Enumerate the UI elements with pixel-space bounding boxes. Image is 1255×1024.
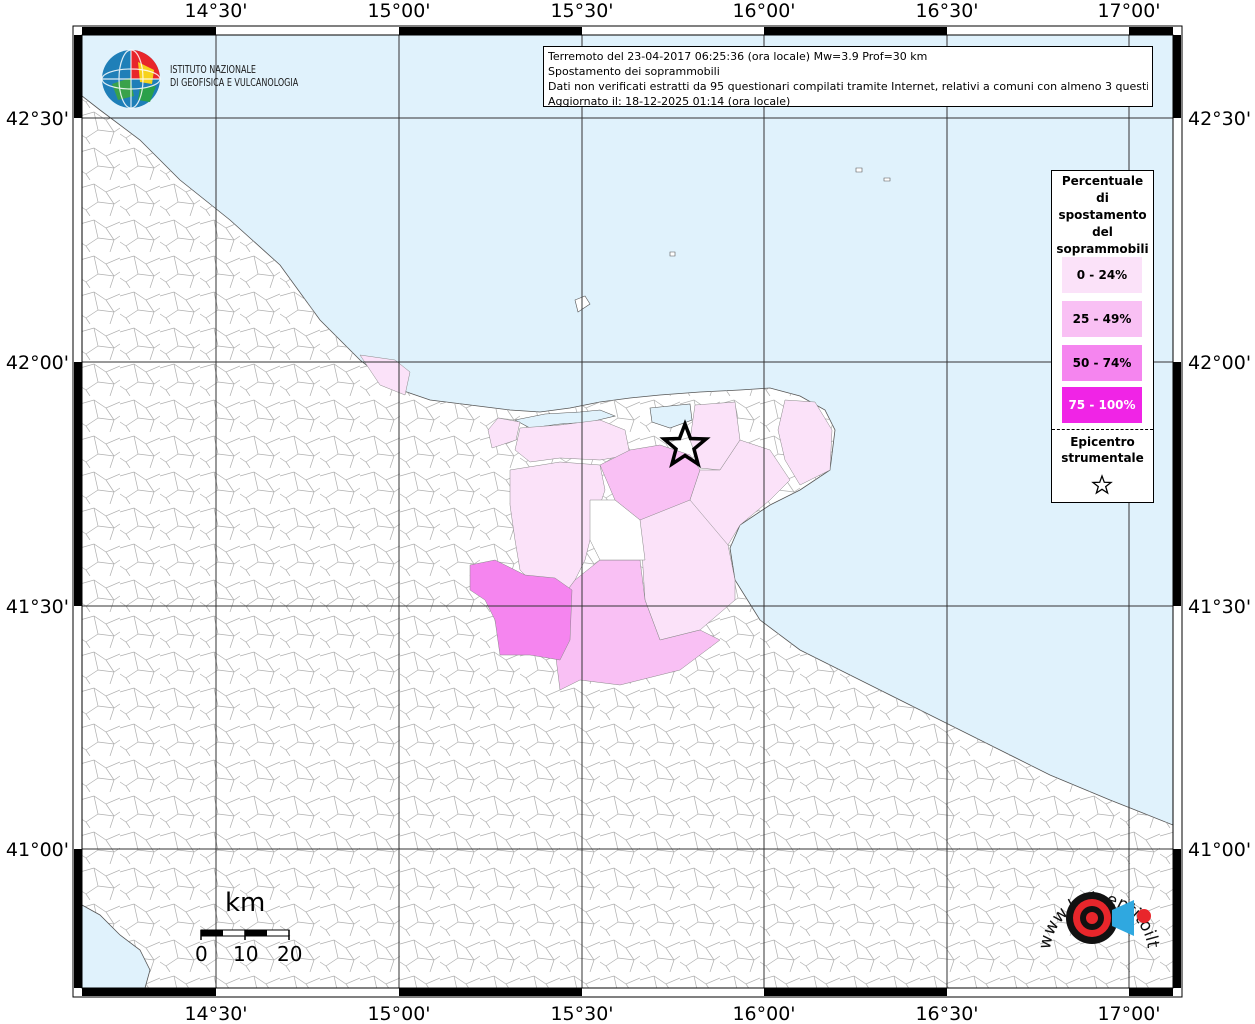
legend-epicenter-line: Epicentro	[1070, 435, 1135, 449]
lon-label: 15°00'	[367, 0, 430, 22]
legend-title-line: di	[1096, 191, 1109, 205]
legend-class-0: 0 - 24%	[1062, 257, 1142, 293]
scale-unit: km	[225, 888, 266, 918]
star-icon	[1091, 474, 1113, 495]
lon-label: 15°00'	[367, 1003, 430, 1024]
ingv-name-line: DI GEOFISICA E VULCANOLOGIA	[170, 77, 299, 89]
legend-class-2: 50 - 74%	[1062, 345, 1142, 381]
legend-title-line: del	[1092, 225, 1113, 239]
scale-label-0: 0	[195, 942, 208, 966]
ingv-logo: ISTITUTO NAZIONALE DI GEOFISICA E VULCAN…	[100, 48, 320, 110]
island	[883, 177, 891, 182]
legend-class-label: 50 - 74%	[1072, 356, 1132, 370]
lon-label: 14°30'	[184, 0, 247, 22]
scale-label-10: 10	[233, 942, 259, 966]
legend-class-1: 25 - 49%	[1062, 301, 1142, 337]
legend-title-line: spostamento	[1058, 208, 1147, 222]
legend-title-line: Percentuale	[1061, 174, 1144, 188]
hsit-logo: www.haisentitoilterremoto.it	[1022, 843, 1170, 978]
legend-class-label: 25 - 49%	[1072, 312, 1132, 326]
update-time: Aggiornato il: 18-12-2025 01:14 (ora loc…	[548, 95, 791, 108]
island	[855, 167, 863, 173]
scale-label-20: 20	[277, 942, 303, 966]
legend-class-label: 0 - 24%	[1076, 268, 1128, 282]
lat-label: 42°30'	[6, 108, 69, 130]
lat-label: 41°00'	[6, 839, 69, 861]
ingv-name: ISTITUTO NAZIONALE DI GEOFISICA E VULCAN…	[170, 64, 298, 90]
lat-label: 41°00'	[1188, 839, 1251, 861]
lon-labels-top: 14°30' 15°00' 15°30' 16°00' 16°30' 17°00…	[184, 0, 1160, 22]
lat-label: 42°30'	[1188, 108, 1251, 130]
lon-label: 16°00'	[732, 0, 795, 22]
legend-title-line: soprammobili	[1056, 242, 1149, 256]
island	[669, 251, 676, 257]
globe-icon	[101, 49, 161, 109]
ingv-name-line: ISTITUTO NAZIONALE	[170, 64, 257, 76]
legend-class-3: 75 - 100%	[1062, 387, 1142, 423]
lon-labels-bottom: 14°30' 15°00' 15°30' 16°00' 16°30' 17°00…	[184, 1003, 1160, 1024]
data-note: Dati non verificati estratti da 95 quest…	[548, 80, 1148, 93]
lat-labels-left: 42°30' 42°00' 41°30' 41°00'	[6, 108, 69, 861]
lon-label: 16°30'	[915, 0, 978, 22]
lat-label: 41°30'	[6, 596, 69, 618]
legend-epicenter-line: strumentale	[1061, 451, 1144, 465]
scale-bar: km 0 10 20	[195, 888, 315, 978]
lon-label: 17°00'	[1097, 1003, 1160, 1024]
legend: Percentuale di spostamento del soprammob…	[1051, 170, 1154, 503]
event-info-box: Terremoto del 23-04-2017 06:25:36 (ora l…	[543, 46, 1153, 108]
event-title: Terremoto del 23-04-2017 06:25:36 (ora l…	[548, 50, 928, 63]
lon-label: 16°00'	[732, 1003, 795, 1024]
lon-label: 16°30'	[915, 1003, 978, 1024]
legend-class-label: 75 - 100%	[1068, 398, 1136, 412]
lon-label: 17°00'	[1097, 0, 1160, 22]
lat-labels-right: 42°30' 42°00' 41°30' 41°00'	[1188, 108, 1251, 861]
map-parameter: Spostamento dei soprammobili	[548, 65, 720, 78]
legend-divider	[1052, 429, 1153, 430]
lat-label: 42°00'	[1188, 352, 1251, 374]
legend-epicenter-label: Epicentro strumentale	[1052, 434, 1153, 466]
lon-label: 15°30'	[550, 1003, 613, 1024]
lon-label: 15°30'	[550, 0, 613, 22]
legend-title: Percentuale di spostamento del soprammob…	[1052, 171, 1153, 258]
lon-label: 14°30'	[184, 1003, 247, 1024]
target-icon: www.haisentitoilterremoto.it	[1022, 843, 1163, 951]
lat-label: 41°30'	[1188, 596, 1251, 618]
lat-label: 42°00'	[6, 352, 69, 374]
